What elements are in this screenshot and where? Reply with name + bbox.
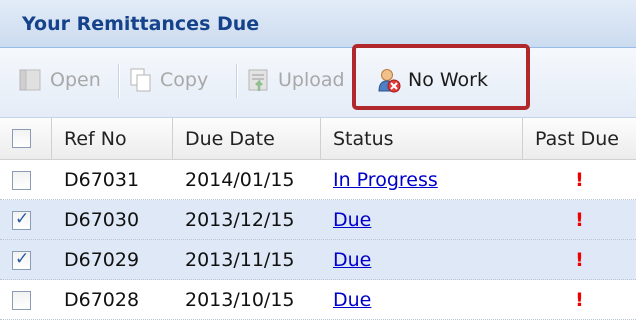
upload-label: Upload — [278, 69, 345, 91]
header-due-date[interactable]: Due Date — [173, 118, 321, 160]
row-checkbox[interactable]: ✓ — [12, 209, 31, 230]
table-row[interactable]: D67031 2014/01/15 In Progress ! — [0, 160, 636, 200]
checkmark-icon: ✓ — [15, 249, 30, 269]
row-checkbox[interactable]: ✓ — [12, 249, 31, 270]
grid-header: Ref No Due Date Status Past Due — [0, 118, 636, 160]
past-due-indicator: ! — [575, 209, 584, 231]
open-label: Open — [50, 69, 101, 91]
due-date-cell: 2014/01/15 — [185, 169, 295, 191]
header-status[interactable]: Status — [321, 118, 523, 160]
row-checkbox[interactable] — [12, 171, 31, 190]
ref-no-cell: D67030 — [64, 209, 140, 231]
header-ref-no[interactable]: Ref No — [52, 118, 173, 160]
header-select-all[interactable] — [0, 118, 52, 160]
past-due-indicator: ! — [575, 289, 584, 311]
status-link[interactable]: Due — [333, 289, 371, 311]
past-due-indicator: ! — [575, 169, 584, 191]
checkmark-icon: ✓ — [15, 209, 30, 229]
select-all-checkbox[interactable] — [12, 129, 31, 148]
status-cell: Due — [321, 280, 523, 320]
header-past-due[interactable]: Past Due — [523, 118, 636, 160]
no-work-user-icon — [376, 67, 402, 93]
copy-icon — [128, 67, 154, 93]
status-link[interactable]: Due — [333, 209, 371, 231]
no-work-button[interactable]: No Work — [376, 60, 488, 100]
open-button[interactable]: Open — [18, 60, 101, 100]
copy-button[interactable]: Copy — [128, 60, 208, 100]
status-link[interactable]: In Progress — [333, 169, 438, 191]
no-work-label: No Work — [408, 69, 488, 91]
open-icon — [18, 67, 44, 93]
copy-label: Copy — [160, 69, 209, 91]
table-row[interactable]: D67028 2013/10/15 Due ! — [0, 280, 636, 320]
panel-title: Your Remittances Due — [22, 13, 260, 35]
due-date-cell: 2013/11/15 — [185, 249, 295, 271]
status-cell: Due — [321, 240, 523, 280]
status-cell: In Progress — [321, 160, 523, 200]
panel-title-bar: Your Remittances Due — [0, 0, 636, 48]
toolbar: Open Copy Upload No Work — [0, 48, 636, 118]
toolbar-separator — [236, 64, 237, 98]
past-due-indicator: ! — [575, 249, 584, 271]
toolbar-separator — [118, 64, 119, 98]
status-link[interactable]: Due — [333, 249, 371, 271]
remittances-panel: Your Remittances Due Open Copy Upload No… — [0, 0, 636, 322]
table-row[interactable]: ✓ D67029 2013/11/15 Due ! — [0, 240, 636, 280]
upload-button[interactable]: Upload — [246, 60, 345, 100]
ref-no-cell: D67029 — [64, 249, 140, 271]
table-row[interactable]: ✓ D67030 2013/12/15 Due ! — [0, 200, 636, 240]
ref-no-cell: D67031 — [64, 169, 140, 191]
row-checkbox[interactable] — [12, 291, 31, 310]
ref-no-cell: D67028 — [64, 289, 140, 311]
upload-icon — [246, 67, 272, 93]
due-date-cell: 2013/12/15 — [185, 209, 295, 231]
status-cell: Due — [321, 200, 523, 240]
due-date-cell: 2013/10/15 — [185, 289, 295, 311]
